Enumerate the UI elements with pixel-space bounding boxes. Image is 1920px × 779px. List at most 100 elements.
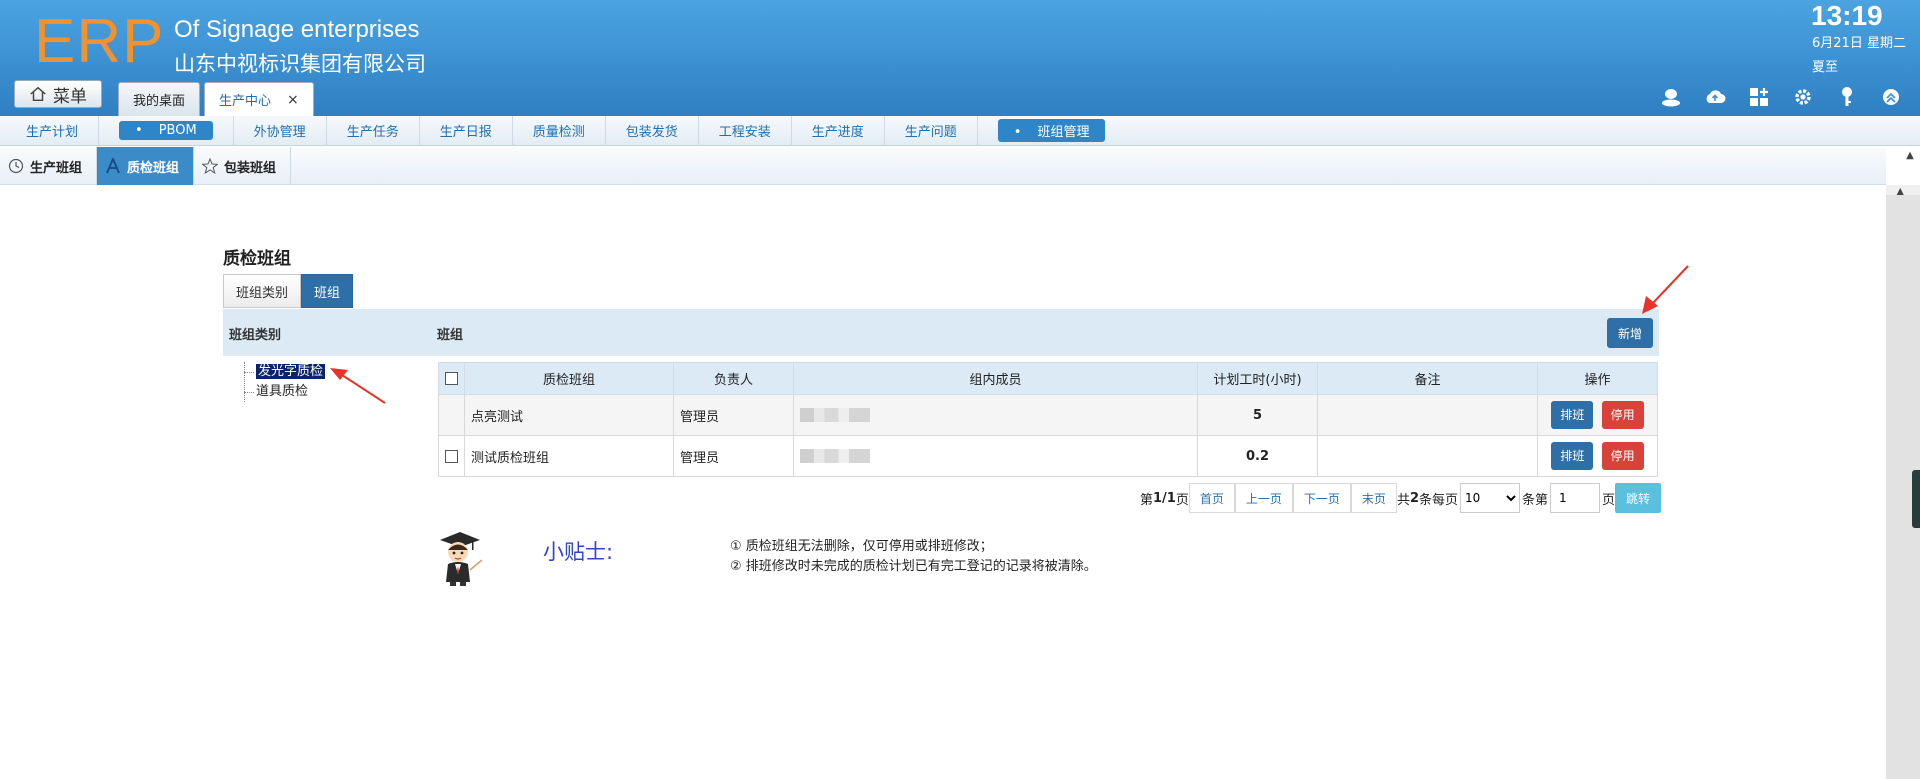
- module-progress[interactable]: 生产进度: [792, 115, 885, 146]
- view-tabs: 班组类别 班组: [223, 274, 354, 308]
- menu-button[interactable]: 菜单: [14, 80, 102, 108]
- module-packing-shipping[interactable]: 包装发货: [606, 115, 699, 146]
- page-title: 质检班组: [223, 249, 291, 269]
- module-daily-report[interactable]: 生产日报: [420, 115, 513, 146]
- blurred-members: [800, 408, 870, 422]
- header-toolbar: [1660, 86, 1902, 108]
- page-prefix: 第: [1140, 492, 1154, 508]
- page-info: 1/1: [1153, 490, 1176, 506]
- cell-members: [793, 435, 1198, 477]
- table-row: 点亮测试 管理员 5 排班 停用: [438, 394, 1658, 436]
- module-installation[interactable]: 工程安装: [699, 115, 792, 146]
- last-page-button[interactable]: 末页: [1350, 483, 1397, 513]
- tip-item: ① 质检班组无法删除，仅可停用或排班修改；: [730, 539, 993, 554]
- erp-logo: ERP: [34, 7, 165, 76]
- cell-leader: 管理员: [673, 394, 794, 436]
- tab-label: 生产中心: [219, 94, 272, 109]
- gear-icon[interactable]: [1792, 86, 1814, 108]
- subnav-production-team[interactable]: 生产班组: [0, 147, 98, 185]
- module-quality-inspection[interactable]: 质量检测: [513, 115, 606, 146]
- subnav-packing-team[interactable]: 包装班组: [194, 147, 292, 185]
- page-suffix: 页: [1175, 492, 1189, 508]
- cell-actions: 排班 停用: [1537, 435, 1658, 477]
- add-button[interactable]: 新增: [1607, 318, 1653, 348]
- tab-team[interactable]: 班组: [301, 274, 354, 308]
- company-name-cn: 山东中视标识集团有限公司: [174, 52, 426, 76]
- tab-production-center[interactable]: 生产中心 ×: [204, 82, 314, 116]
- disable-button[interactable]: 停用: [1601, 401, 1644, 429]
- page-size-select[interactable]: 10: [1460, 483, 1521, 513]
- col-leader: 负责人: [673, 362, 794, 395]
- cell-planned-hours: 0.2: [1197, 435, 1318, 477]
- scroll-up-arrow[interactable]: ▲: [1900, 148, 1920, 162]
- first-page-button[interactable]: 首页: [1188, 483, 1235, 513]
- module-team-management[interactable]: 班组管理: [978, 116, 1126, 146]
- cell-team-name: 测试质检班组: [464, 435, 674, 477]
- subnav-qc-team[interactable]: 质检班组: [97, 147, 195, 185]
- row-select-cell: [438, 394, 465, 436]
- collapse-up-icon[interactable]: [1880, 86, 1902, 108]
- next-page-button[interactable]: 下一页: [1292, 483, 1351, 513]
- col-team-name: 质检班组: [464, 362, 674, 395]
- disable-button[interactable]: 停用: [1601, 442, 1644, 470]
- blurred-members: [800, 449, 870, 463]
- col-members: 组内成员: [793, 362, 1198, 395]
- a-letter-icon: [106, 158, 120, 174]
- app-header: ERP Of Signage enterprises 山东中视标识集团有限公司 …: [0, 0, 1920, 116]
- clock-date: 6月21日 星期二: [1812, 36, 1906, 51]
- tips-title: 小贴士:: [543, 540, 614, 564]
- panel-header: 班组类别 班组 新增: [223, 309, 1659, 356]
- module-production-plan[interactable]: 生产计划: [6, 115, 100, 146]
- prev-page-button[interactable]: 上一页: [1234, 483, 1293, 513]
- module-label: 生产进度: [811, 125, 864, 140]
- select-all-checkbox[interactable]: [445, 372, 458, 385]
- home-icon: [30, 86, 46, 102]
- cloud-upload-icon[interactable]: [1704, 86, 1726, 108]
- key-icon[interactable]: [1836, 86, 1858, 108]
- tree-node-props-qc[interactable]: 道具质检: [244, 382, 325, 402]
- tab-my-desktop[interactable]: 我的桌面: [118, 82, 201, 116]
- goto-page-input[interactable]: [1550, 483, 1601, 513]
- cell-planned-hours: 5: [1197, 394, 1318, 436]
- module-outsourcing[interactable]: 外协管理: [234, 115, 327, 146]
- schedule-button[interactable]: 排班: [1551, 442, 1594, 470]
- goto-suffix: 页: [1602, 492, 1616, 508]
- user-icon[interactable]: [1660, 86, 1682, 108]
- cell-actions: 排班 停用: [1537, 394, 1658, 436]
- cell-team-name: 点亮测试: [464, 394, 674, 436]
- subnav-label: 质检班组: [127, 160, 180, 176]
- row-select-cell: [438, 435, 465, 477]
- star-icon: [202, 158, 219, 174]
- module-production-task[interactable]: 生产任务: [327, 115, 420, 146]
- cell-remark: [1317, 435, 1538, 477]
- table-row: 测试质检班组 管理员 0.2 排班 停用: [438, 435, 1658, 477]
- module-pbom[interactable]: PBOM: [99, 115, 234, 146]
- schedule-button[interactable]: 排班: [1551, 401, 1594, 429]
- module-label-active: 班组管理: [997, 119, 1106, 142]
- menu-button-label: 菜单: [53, 86, 87, 107]
- close-icon[interactable]: ×: [287, 92, 299, 108]
- select-all-cell: [438, 362, 465, 395]
- grid-add-icon[interactable]: [1748, 86, 1770, 108]
- col-actions: 操作: [1537, 362, 1658, 395]
- module-label: 生产问题: [904, 125, 957, 140]
- tab-team-category[interactable]: 班组类别: [223, 274, 302, 308]
- goto-button[interactable]: 跳转: [1615, 483, 1662, 513]
- col-remark: 备注: [1317, 362, 1538, 395]
- team-column-title: 班组: [437, 328, 464, 343]
- team-table: 质检班组 负责人 组内成员 计划工时(小时) 备注 操作 点亮测试 管理员 5 …: [438, 362, 1658, 477]
- tree-node-luminous-qc[interactable]: 发光字质检: [244, 362, 326, 382]
- module-label: 工程安装: [718, 125, 771, 140]
- side-panel-handle[interactable]: [1912, 470, 1920, 528]
- cell-leader: 管理员: [673, 435, 794, 477]
- tree-node-label: 道具质检: [256, 384, 309, 399]
- subnav-label: 包装班组: [224, 160, 277, 176]
- tab-label: 我的桌面: [133, 94, 186, 109]
- annotation-arrow-tree: [330, 368, 386, 404]
- module-issues[interactable]: 生产问题: [885, 115, 978, 146]
- module-nav: 生产计划 PBOM 外协管理 生产任务 生产日报 质量检测 包装发货 工程安装 …: [0, 115, 1920, 146]
- row-checkbox[interactable]: [445, 449, 458, 463]
- module-label: 生产日报: [439, 125, 492, 140]
- table-header-row: 质检班组 负责人 组内成员 计划工时(小时) 备注 操作: [438, 362, 1658, 395]
- tip-item: ② 排班修改时未完成的质检计划已有完工登记的记录将被清除。: [730, 559, 1097, 574]
